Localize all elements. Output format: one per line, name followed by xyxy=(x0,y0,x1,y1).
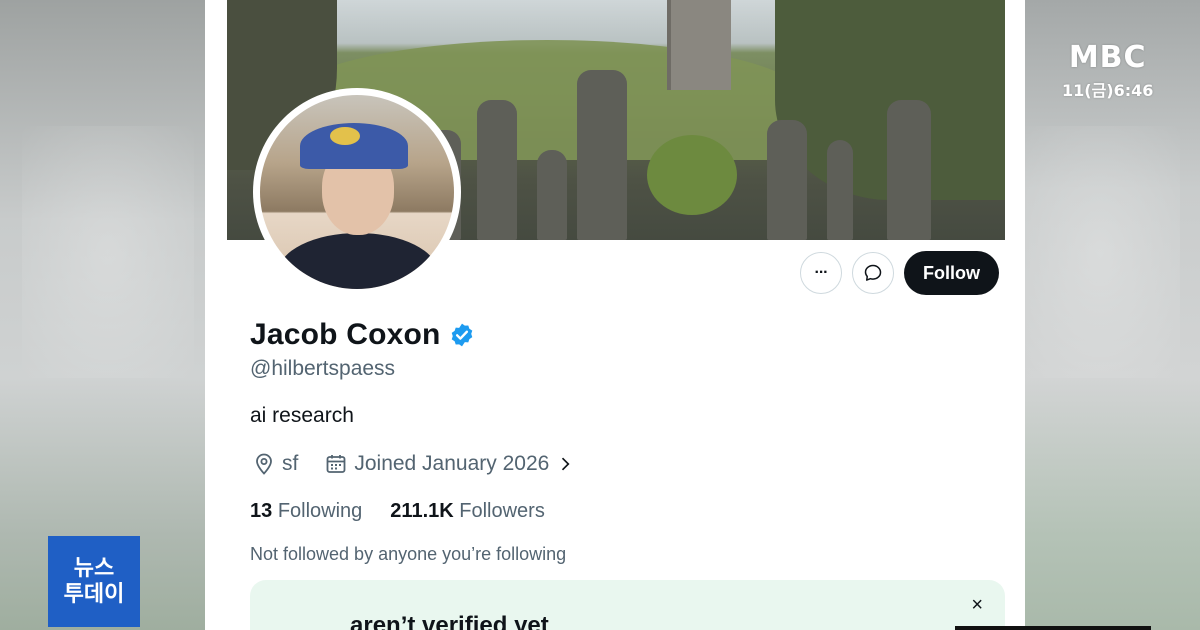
close-icon[interactable]: × xyxy=(971,594,983,617)
grave xyxy=(577,70,627,240)
banner-shrub xyxy=(647,135,737,215)
name-row: Jacob Coxon xyxy=(250,318,475,352)
profile-location: sf xyxy=(282,452,299,475)
more-button[interactable]: ··· xyxy=(800,252,842,294)
profile-meta: sf Joined January 2026 xyxy=(252,452,575,476)
badge-line-2: 투데이 xyxy=(63,581,125,607)
profile-avatar[interactable] xyxy=(253,88,461,296)
avatar-cap-logo xyxy=(330,127,360,145)
followers-count: 211.1K xyxy=(390,500,454,522)
chevron-right-icon[interactable] xyxy=(555,454,575,474)
grave xyxy=(887,100,931,240)
profile-actions: ··· Follow xyxy=(800,250,999,296)
avatar-shirt xyxy=(278,233,438,289)
calendar-icon xyxy=(326,455,346,473)
profile-bio: ai research xyxy=(250,404,354,427)
grave xyxy=(537,150,567,240)
profile-joined: Joined January 2026 xyxy=(354,452,550,475)
profile-stats: 13 Following 211.1K Followers xyxy=(250,500,545,523)
bottom-bar xyxy=(955,626,1151,630)
followers-link[interactable]: 211.1K Followers xyxy=(390,500,545,523)
following-link[interactable]: 13 Following xyxy=(250,500,362,523)
news-today-badge: 뉴스 투데이 xyxy=(48,536,140,627)
following-count: 13 xyxy=(250,500,273,522)
not-followed-text: Not followed by anyone you’re following xyxy=(250,544,567,564)
location-icon xyxy=(256,453,272,475)
promo-text: aren’t verified yet xyxy=(350,612,549,630)
message-button[interactable] xyxy=(852,252,894,294)
grave xyxy=(477,100,517,240)
profile-name: Jacob Coxon xyxy=(250,318,441,351)
more-icon: ··· xyxy=(814,264,829,281)
verification-promo[interactable]: aren’t verified yet × xyxy=(250,580,1005,630)
follow-button[interactable]: Follow xyxy=(904,251,999,295)
broadcast-time: 11(금)6:46 xyxy=(1062,81,1154,100)
grave xyxy=(767,120,807,240)
verified-badge-icon[interactable] xyxy=(449,322,475,348)
followers-label: Followers xyxy=(459,500,545,522)
avatar-photo xyxy=(260,95,454,289)
mbc-logo: MBC xyxy=(1068,40,1147,75)
badge-line-1: 뉴스 xyxy=(73,555,115,581)
message-icon xyxy=(864,264,882,281)
profile-handle: @hilbertspaess xyxy=(250,357,396,380)
broadcast-logo: MBC 11(금)6:46 xyxy=(1062,40,1153,101)
grave xyxy=(827,140,853,240)
following-label: Following xyxy=(277,500,363,522)
profile-card: ··· Follow Jacob Coxon @hilbertspaess ai… xyxy=(205,0,1025,630)
